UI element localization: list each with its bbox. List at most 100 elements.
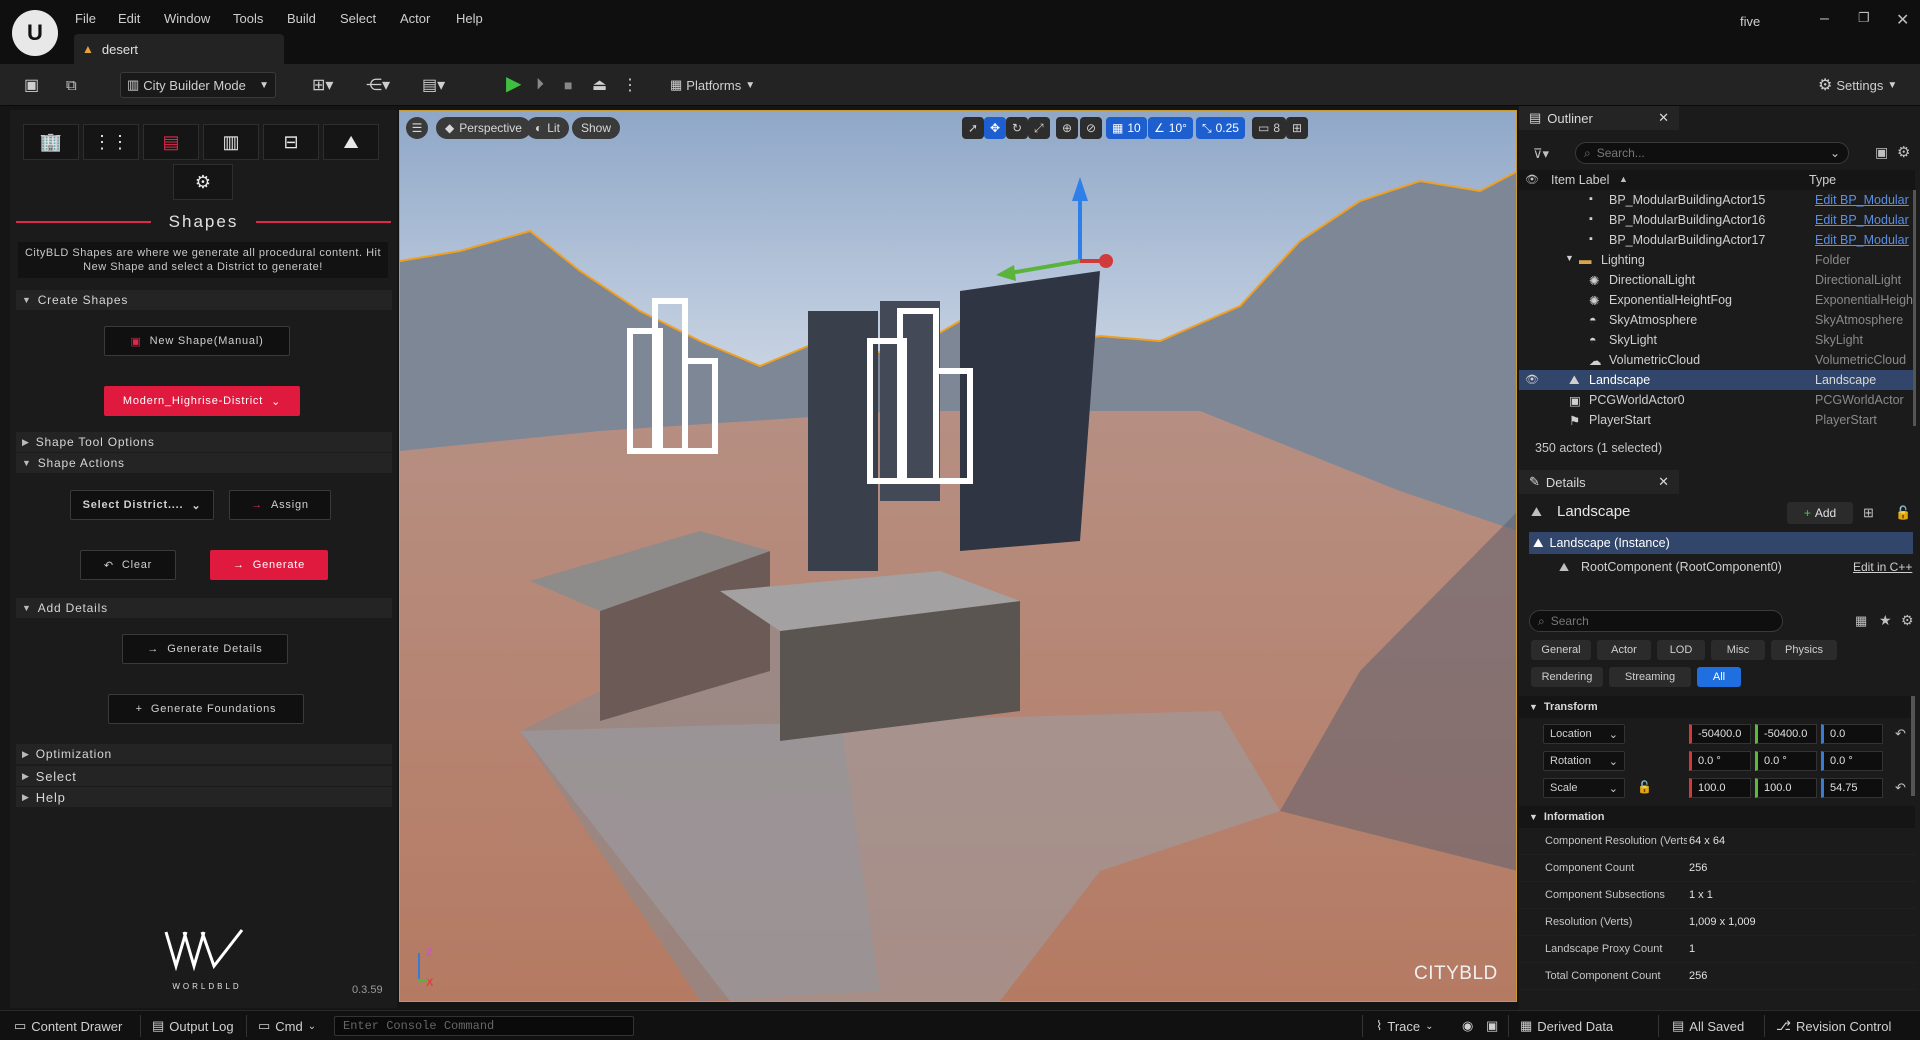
perspective-button[interactable]: ◆ Perspective <box>436 117 531 139</box>
rotation-snap-button[interactable]: ∠ 10° <box>1148 117 1193 139</box>
list-item[interactable]: ◓ SkyAtmosphere SkyAtmosphere <box>1519 310 1915 330</box>
select-mode-icon[interactable]: ➚ <box>962 117 985 139</box>
rotation-dropdown[interactable]: Rotation ⌄ <box>1543 751 1625 771</box>
rotation-z-field[interactable]: 0.0 ° <box>1821 751 1883 771</box>
cinematics-icon[interactable]: ▤▾ <box>422 72 445 98</box>
clear-button[interactable]: ↶ Clear <box>80 550 176 580</box>
scale-y-field[interactable]: 100.0 <box>1755 778 1817 798</box>
grid-view-icon[interactable]: ▦ <box>1855 613 1867 629</box>
menu-actor[interactable]: Actor <box>400 11 430 26</box>
shape-tool-options-header[interactable]: ▶ Shape Tool Options <box>16 432 392 452</box>
gear-icon[interactable]: ⚙ <box>1901 612 1914 629</box>
rotate-icon[interactable]: ↻ <box>1006 117 1029 139</box>
information-header[interactable]: ▼ Information <box>1519 806 1915 828</box>
type-header[interactable]: Type <box>1809 173 1836 187</box>
lock-icon[interactable]: 🔓 <box>1637 780 1652 794</box>
menu-help[interactable]: Help <box>456 11 483 26</box>
instance-row[interactable]: ⛰ Landscape (Instance) <box>1529 532 1913 554</box>
menu-build[interactable]: Build <box>287 11 316 26</box>
stop-icon[interactable]: ■ <box>564 72 572 98</box>
item-type[interactable]: Edit BP_Modular <box>1815 213 1913 227</box>
optimization-header[interactable]: ▶ Optimization <box>16 744 392 764</box>
list-item[interactable]: ▣ PCGWorldActor0 PCGWorldActor <box>1519 390 1915 410</box>
camera-speed-button[interactable]: ▭ 8 <box>1252 117 1287 139</box>
scale-icon[interactable]: ⤢ <box>1028 117 1050 139</box>
edit-cpp-link[interactable]: Edit in C++ <box>1853 560 1912 574</box>
scale-snap-button[interactable]: ⤡ 0.25 <box>1196 117 1245 139</box>
browse-icon[interactable]: ⧉ <box>66 72 77 98</box>
camera-icon[interactable]: ▣ <box>1486 1018 1498 1034</box>
location-x-field[interactable]: -50400.0 <box>1689 724 1751 744</box>
lock-icon[interactable]: 🔓 <box>1895 505 1911 521</box>
scale-dropdown[interactable]: Scale ⌄ <box>1543 778 1625 798</box>
settings-button[interactable]: ⚙ Settings ▼ <box>1818 72 1897 98</box>
content-drawer-button[interactable]: ▭ Content Drawer <box>14 1018 122 1034</box>
level-tab[interactable]: ▲ desert <box>74 34 284 64</box>
details-tab[interactable]: ✎ Details ✕ <box>1519 470 1679 494</box>
assign-button[interactable]: → Assign <box>229 490 331 520</box>
list-item[interactable]: ▪ BP_ModularBuildingActor16 Edit BP_Modula… <box>1519 210 1915 230</box>
menu-tools[interactable]: Tools <box>233 11 263 26</box>
star-icon[interactable]: ★ <box>1879 612 1892 629</box>
filter-physics[interactable]: Physics <box>1771 640 1837 660</box>
save-icon[interactable]: ▣ <box>24 72 39 98</box>
road-tool-icon[interactable]: ⋮⋮ <box>83 124 139 160</box>
map-tool-icon[interactable]: ⛰ <box>323 124 379 160</box>
rotation-x-field[interactable]: 0.0 ° <box>1689 751 1751 771</box>
location-z-field[interactable]: 0.0 <box>1821 724 1883 744</box>
item-label-header[interactable]: Item Label <box>1551 173 1609 187</box>
add-folder-icon[interactable]: ▣ <box>1875 144 1888 161</box>
create-shapes-header[interactable]: ▼ Create Shapes <box>16 290 392 310</box>
scale-x-field[interactable]: 100.0 <box>1689 778 1751 798</box>
filter-rendering[interactable]: Rendering <box>1531 667 1603 687</box>
outliner-scrollbar[interactable] <box>1913 190 1916 426</box>
console-input[interactable]: Enter Console Command <box>334 1016 634 1036</box>
filter-lod[interactable]: LOD <box>1657 640 1705 660</box>
outliner-tab[interactable]: ▤ Outliner ✕ <box>1519 106 1679 130</box>
trace-button[interactable]: ⌇ Trace ⌄ <box>1376 1018 1434 1034</box>
help-header[interactable]: ▶ Help <box>16 787 392 807</box>
generate-button[interactable]: → Generate <box>210 550 328 580</box>
record-icon[interactable]: ◉ <box>1462 1018 1473 1034</box>
add-details-header[interactable]: ▼ Add Details <box>16 598 392 618</box>
list-item[interactable]: ◓ SkyLight SkyLight <box>1519 330 1915 350</box>
filter-icon[interactable]: ⊽▾ <box>1533 146 1549 162</box>
add-actor-icon[interactable]: ⊞▾ <box>312 72 333 98</box>
list-item[interactable]: ✺ ExponentialHeightFog ExponentialHeightFo… <box>1519 290 1915 310</box>
close-icon[interactable]: ✕ <box>1896 10 1909 30</box>
city-tool-icon[interactable]: ▥ <box>203 124 259 160</box>
more-options-icon[interactable]: ⋮ <box>622 72 638 98</box>
district-dropdown[interactable]: Modern_Highrise-District ⌄ <box>104 386 300 416</box>
list-item[interactable]: ▪ BP_ModularBuildingActor15 Edit BP_Modula… <box>1519 190 1915 210</box>
select-header[interactable]: ▶ Select <box>16 766 392 786</box>
filter-streaming[interactable]: Streaming <box>1609 667 1691 687</box>
location-y-field[interactable]: -50400.0 <box>1755 724 1817 744</box>
blueprint-icon[interactable]: ⊞ <box>1863 505 1874 521</box>
building-tool-icon[interactable]: 🏢 <box>23 124 79 160</box>
transform-header[interactable]: ▼ Transform <box>1519 696 1915 718</box>
new-shape-button[interactable]: ▣ New Shape(Manual) <box>104 326 290 356</box>
grid-snap-button[interactable]: ▦ 10 <box>1106 117 1147 139</box>
output-log-button[interactable]: ▤ Output Log <box>152 1018 234 1034</box>
list-item[interactable]: ▼ ▬ Lighting Folder <box>1519 250 1915 270</box>
add-component-button[interactable]: + Add <box>1787 502 1853 524</box>
scale-z-field[interactable]: 54.75 <box>1821 778 1883 798</box>
menu-window[interactable]: Window <box>164 11 210 26</box>
level-viewport[interactable]: ☰ ◆ Perspective ◐ Lit Show ➚ ✥ ↻ ⤢ ⊕ ⊘ ▦ 10… <box>399 110 1517 1002</box>
lit-button[interactable]: ◐ Lit <box>526 117 569 139</box>
layout-icon[interactable]: ⊞ <box>1286 117 1309 139</box>
platforms-button[interactable]: ▦ Platforms ▼ <box>670 72 755 98</box>
item-type[interactable]: Edit BP_Modular <box>1815 193 1913 207</box>
vehicle-tool-icon[interactable]: ⊟ <box>263 124 319 160</box>
list-item[interactable]: ⚑ PlayerStart PlayerStart <box>1519 410 1915 430</box>
gear-icon[interactable]: ⚙ <box>1897 143 1910 161</box>
rotation-y-field[interactable]: 0.0 ° <box>1755 751 1817 771</box>
shape-actions-header[interactable]: ▼ Shape Actions <box>16 453 392 473</box>
list-item[interactable]: ✺ DirectionalLight DirectionalLight <box>1519 270 1915 290</box>
reset-icon[interactable]: ↶ <box>1895 726 1906 742</box>
list-item[interactable]: ▪ BP_ModularBuildingActor17 Edit BP_Modula… <box>1519 230 1915 250</box>
eye-icon[interactable]: 👁 <box>1525 173 1539 186</box>
viewport-menu-icon[interactable]: ☰ <box>406 117 428 139</box>
close-icon[interactable]: ✕ <box>1658 474 1669 490</box>
eye-icon[interactable]: 👁 <box>1525 373 1539 386</box>
